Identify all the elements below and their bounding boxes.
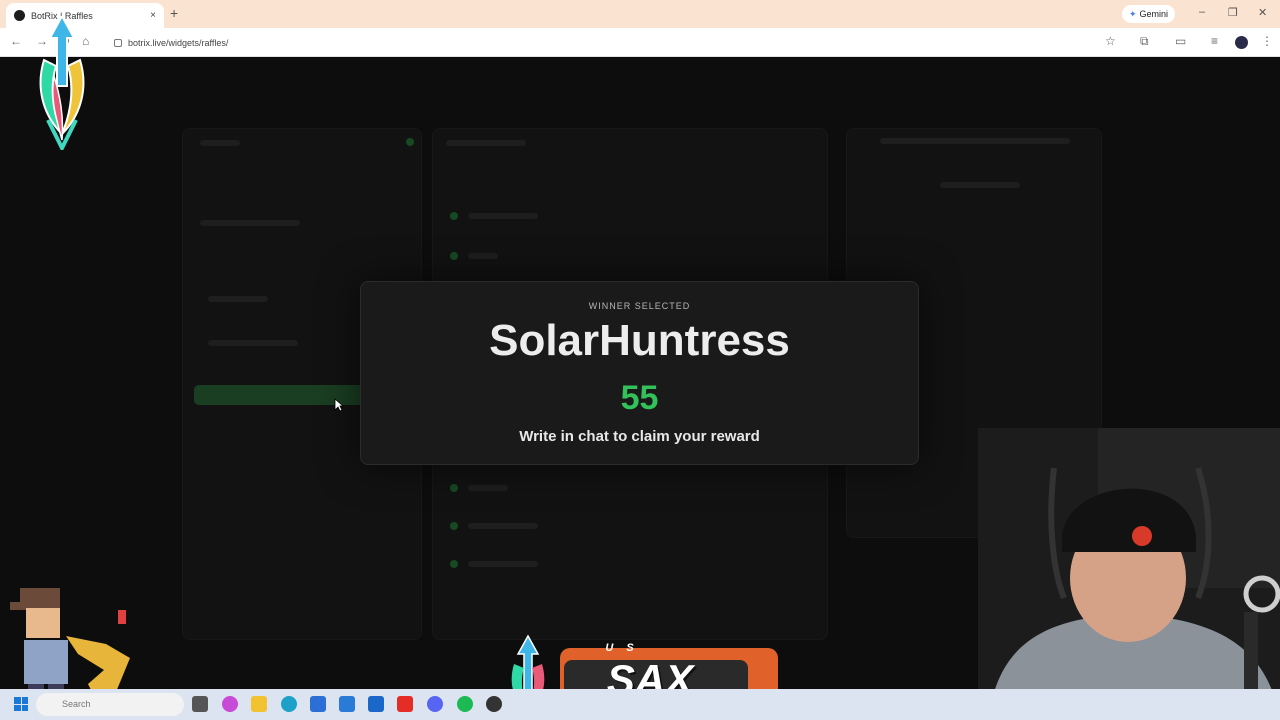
media-icon[interactable]: ≡ bbox=[1211, 34, 1218, 48]
gemini-label: Gemini bbox=[1139, 9, 1169, 19]
outlook-icon[interactable] bbox=[368, 696, 384, 712]
menu-dots-icon[interactable]: ⋮ bbox=[1261, 34, 1273, 48]
sidebar-icon[interactable]: ▭ bbox=[1175, 34, 1186, 48]
winner-modal: WINNER SELECTED SolarHuntress 55 Write i… bbox=[360, 281, 919, 465]
winner-number: 55 bbox=[620, 379, 659, 417]
placeholder-line bbox=[468, 213, 538, 219]
gemini-button[interactable]: ✦ Gemini bbox=[1122, 5, 1176, 23]
sax-banner-subtitle: U S bbox=[605, 642, 639, 654]
winner-selected-label: WINNER SELECTED bbox=[588, 301, 691, 311]
taskbar-search-field[interactable]: Search bbox=[36, 693, 184, 716]
winner-name: SolarHuntress bbox=[489, 316, 790, 365]
windows-taskbar: Search bbox=[0, 689, 1280, 720]
placeholder-line bbox=[940, 182, 1020, 188]
webcam-feed bbox=[978, 428, 1280, 720]
back-arrow-icon[interactable]: ← bbox=[10, 34, 22, 48]
new-tab-button[interactable]: + bbox=[170, 5, 178, 21]
botrix-favicon-icon bbox=[14, 10, 25, 21]
browser-toolbar: ← → ↻ ⌂ botrix.live/widgets/raffles/ ☆ ⧉… bbox=[0, 28, 1280, 57]
windows-start-icon[interactable] bbox=[14, 697, 28, 711]
status-dot bbox=[450, 212, 458, 220]
url-text: botrix.live/widgets/raffles/ bbox=[128, 37, 229, 48]
placeholder-line bbox=[468, 485, 508, 491]
status-dot bbox=[450, 560, 458, 568]
app-icon[interactable] bbox=[310, 696, 326, 712]
screen: BotRix | Raffles × + ✦ Gemini – ❐ ✕ ← → … bbox=[0, 0, 1280, 720]
task-view-icon[interactable] bbox=[192, 696, 208, 712]
placeholder-line bbox=[880, 138, 1070, 144]
edge-browser-icon[interactable] bbox=[281, 696, 297, 712]
status-dot bbox=[406, 138, 414, 146]
site-info-icon[interactable] bbox=[114, 38, 122, 47]
placeholder-line bbox=[200, 140, 240, 146]
placeholder-line bbox=[468, 253, 498, 259]
bookmark-star-icon[interactable]: ☆ bbox=[1105, 34, 1116, 48]
file-explorer-icon[interactable] bbox=[251, 696, 267, 712]
claim-instruction: Write in chat to claim your reward bbox=[519, 428, 760, 445]
spotify-icon[interactable] bbox=[457, 696, 473, 712]
placeholder-line bbox=[468, 561, 538, 567]
status-dot bbox=[450, 484, 458, 492]
discord-icon[interactable] bbox=[427, 696, 443, 712]
extensions-icon[interactable]: ⧉ bbox=[1140, 34, 1149, 49]
stream-logo-icon bbox=[39, 16, 85, 150]
window-close-button[interactable]: ✕ bbox=[1258, 6, 1267, 19]
copilot-icon[interactable] bbox=[222, 696, 238, 712]
streamer-figure bbox=[978, 428, 1280, 720]
youtube-icon[interactable] bbox=[397, 696, 413, 712]
minimize-button[interactable]: – bbox=[1199, 6, 1205, 18]
status-dot bbox=[450, 252, 458, 260]
gemini-sparkle-icon: ✦ bbox=[1129, 8, 1137, 19]
placeholder-line bbox=[468, 523, 538, 529]
placeholder-line bbox=[208, 340, 298, 346]
address-bar[interactable]: botrix.live/widgets/raffles/ bbox=[104, 32, 1130, 53]
placeholder-line bbox=[200, 220, 300, 226]
tab-close-icon[interactable]: × bbox=[150, 10, 156, 21]
placeholder-line bbox=[446, 140, 526, 146]
mouse-cursor-icon bbox=[334, 398, 344, 412]
store-icon[interactable] bbox=[339, 696, 355, 712]
restore-button[interactable]: ❐ bbox=[1228, 6, 1238, 19]
obs-icon[interactable] bbox=[486, 696, 502, 712]
browser-tab-strip: BotRix | Raffles × + ✦ Gemini – ❐ ✕ bbox=[0, 0, 1280, 28]
placeholder-line bbox=[208, 296, 268, 302]
status-dot bbox=[450, 522, 458, 530]
profile-avatar[interactable] bbox=[1235, 36, 1248, 49]
